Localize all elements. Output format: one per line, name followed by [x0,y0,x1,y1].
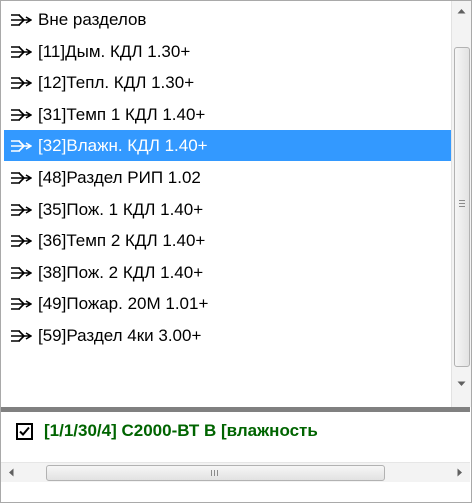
partition-label: [59]Раздел 4ки 3.00+ [38,325,202,345]
partition-label: [31]Темп 1 КДЛ 1.40+ [38,104,206,124]
horizontal-scroll-grip-icon [211,470,212,476]
partition-label: [35]Пож. 1 КДЛ 1.40+ [38,199,204,219]
partition-list-item[interactable]: [31]Темп 1 КДЛ 1.40+ [4,99,451,130]
partition-arrow-icon [10,75,32,91]
partition-list-item[interactable]: [32]Влажн. КДЛ 1.40+ [4,130,451,161]
partition-list-item[interactable]: [38]Пож. 2 КДЛ 1.40+ [4,257,451,288]
scroll-right-arrow-icon[interactable] [450,463,469,482]
partition-label: [38]Пож. 2 КДЛ 1.40+ [38,262,204,282]
partition-list-item[interactable]: [35]Пож. 1 КДЛ 1.40+ [4,194,451,225]
partition-arrow-icon [10,170,32,186]
partition-list[interactable]: Вне разделов [11]Дым. КДЛ 1.30+ [12]Тепл. … [1,1,451,407]
vertical-scroll-grip-icon [459,200,465,201]
partition-list-vertical-scrollbar[interactable] [451,1,471,407]
zone-list-item[interactable]: [1/1/30/4] С2000-ВТ В [влажность [16,419,318,443]
partition-arrow-icon [10,107,32,123]
partition-list-item[interactable]: [48]Раздел РИП 1.02 [4,162,451,193]
partition-arrow-icon [10,138,32,154]
vertical-scroll-thumb[interactable] [454,47,470,367]
bottom-margin [1,482,470,501]
zone-checkbox[interactable] [16,422,33,440]
partition-arrow-icon [10,202,32,218]
checkmark-icon [19,426,30,436]
horizontal-scroll-thumb[interactable] [46,465,385,481]
scroll-left-arrow-icon[interactable] [1,463,20,482]
partition-label: Вне разделов [38,9,147,29]
partition-label: [12]Тепл. КДЛ 1.30+ [38,72,195,92]
zone-label: [1/1/30/4] С2000-ВТ В [влажность [44,421,318,440]
partition-label: [32]Влажн. КДЛ 1.40+ [38,135,208,155]
partition-list-item[interactable]: [59]Раздел 4ки 3.00+ [4,320,451,351]
partition-arrow-icon [10,12,32,28]
partition-list-item[interactable]: Вне разделов [4,4,451,35]
partition-label: [49]Пожар. 20М 1.01+ [38,293,209,313]
partition-arrow-icon [10,44,32,60]
partition-list-item[interactable]: [36]Темп 2 КДЛ 1.40+ [4,225,451,256]
zone-list-horizontal-scrollbar[interactable] [1,462,470,482]
scroll-up-arrow-icon[interactable] [452,1,471,20]
partition-list-item[interactable]: [12]Тепл. КДЛ 1.30+ [4,67,451,98]
partition-label: [11]Дым. КДЛ 1.30+ [38,41,191,61]
zone-list[interactable]: [1/1/30/4] С2000-ВТ В [влажность [1,412,470,462]
partition-label: [36]Темп 2 КДЛ 1.40+ [38,230,206,250]
partition-arrow-icon [10,233,32,249]
partition-label: [48]Раздел РИП 1.02 [38,167,201,187]
partition-arrow-icon [10,328,32,344]
partition-list-item[interactable]: [49]Пожар. 20М 1.01+ [4,288,451,319]
scroll-down-arrow-icon[interactable] [452,374,471,393]
partition-arrow-icon [10,296,32,312]
partition-arrow-icon [10,265,32,281]
partition-list-item[interactable]: [11]Дым. КДЛ 1.30+ [4,36,451,67]
